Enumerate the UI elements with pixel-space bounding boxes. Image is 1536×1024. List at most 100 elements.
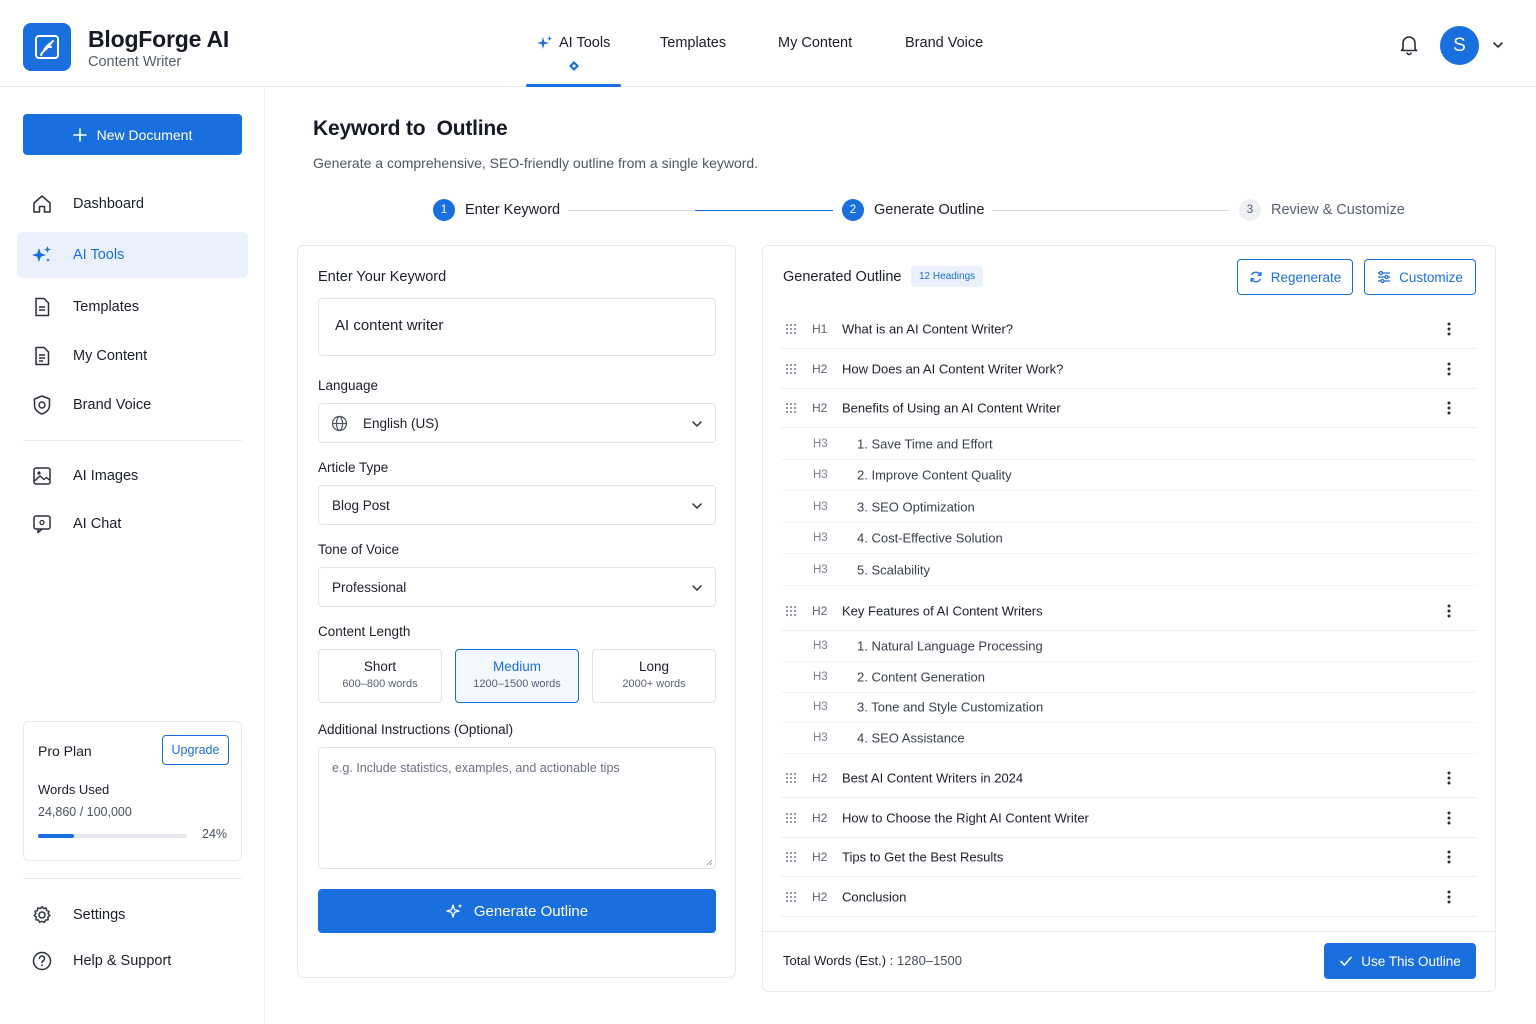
top-bar: BlogForge AI Content Writer AI Tools Tem… [0,0,1536,87]
length-option-words: 2000+ words [622,678,686,690]
length-option-short[interactable]: Short 600–800 words [318,649,442,703]
length-option-title: Medium [492,659,541,674]
upgrade-button[interactable]: Upgrade [162,735,229,765]
regenerate-button[interactable]: Regenerate [1237,259,1353,295]
new-document-button[interactable]: New Document [23,114,242,155]
outline-row[interactable]: H2 How Does an AI Content Writer Work? [781,349,1477,389]
length-option-medium[interactable]: Medium 1200–1500 words [455,649,579,703]
sidebar-item-label: My Content [73,348,148,364]
drag-handle-icon[interactable] [785,605,797,617]
outline-row[interactable]: H3 1. Save Time and Effort [781,429,1477,460]
chat-icon [31,513,53,535]
more-options-icon[interactable] [1447,890,1451,904]
sidebar: New Document Dashboard AI Tools Template… [0,87,265,1024]
step-label: Review & Customize [1271,202,1405,218]
sidebar-item-ai-images[interactable]: AI Images [17,453,248,499]
tone-select[interactable]: Professional [318,567,716,607]
drag-handle-icon[interactable] [785,402,797,414]
heading-level-tag: H2 [812,603,828,618]
nav-templates[interactable]: Templates [660,35,726,51]
usage-percent: 24% [202,827,228,841]
length-option-words: 1200–1500 words [473,678,561,690]
sidebar-item-ai-tools[interactable]: AI Tools [17,232,248,278]
resize-handle-icon[interactable] [705,858,713,866]
more-options-icon[interactable] [1447,850,1451,864]
nav-brand-voice[interactable]: Brand Voice [905,35,983,51]
sidebar-item-ai-chat[interactable]: AI Chat [17,501,248,547]
outline-row[interactable]: H3 3. SEO Optimization [781,492,1477,523]
outline-row[interactable]: H1 What is an AI Content Writer? [781,309,1477,349]
heading-level-tag: H3 [813,639,828,652]
words-used-label: Words Used [38,782,110,797]
logo-icon[interactable] [23,23,71,71]
article-type-label: Article Type [318,460,389,475]
more-options-icon[interactable] [1447,771,1451,785]
article-type-select[interactable]: Blog Post [318,485,716,525]
more-options-icon[interactable] [1447,401,1451,415]
outline-row[interactable]: H2 Conclusion [781,877,1477,917]
sidebar-item-brand-voice[interactable]: Brand Voice [17,382,248,428]
more-options-icon[interactable] [1447,811,1451,825]
generate-outline-button[interactable]: Generate Outline [318,889,716,933]
nav-ai-tools[interactable]: AI Tools [537,35,610,51]
outline-row[interactable]: H3 4. SEO Assistance [781,723,1477,754]
sidebar-item-my-content[interactable]: My Content [17,333,248,379]
step-enter-keyword[interactable]: 1 Enter Keyword [433,199,560,221]
nav-my-content[interactable]: My Content [778,35,852,51]
sidebar-item-label: Brand Voice [73,397,152,413]
outline-row[interactable]: H3 3. Tone and Style Customization [781,692,1477,723]
drag-handle-icon[interactable] [785,851,797,863]
more-options-icon[interactable] [1447,322,1451,336]
outline-row[interactable]: H3 5. Scalability [781,555,1477,586]
step-label: Generate Outline [874,202,985,218]
customize-button[interactable]: Customize [1364,259,1476,295]
drag-handle-icon[interactable] [785,891,797,903]
step-generate-outline[interactable]: 2 Generate Outline [842,199,984,221]
use-outline-button[interactable]: Use This Outline [1324,943,1476,979]
heading-level-tag: H3 [813,500,828,513]
outline-row[interactable]: H2 Best AI Content Writers in 2024 [781,758,1477,798]
outline-row[interactable]: H3 2. Improve Content Quality [781,460,1477,491]
sidebar-item-templates[interactable]: Templates [17,284,248,330]
usage-progress-fill [38,834,74,838]
stepper-connector [992,210,1229,211]
heading-level-tag: H3 [813,731,828,744]
outline-row[interactable]: H2 How to Choose the Right AI Content Wri… [781,798,1477,838]
avatar[interactable]: S [1440,26,1479,65]
chevron-down-icon[interactable] [1492,39,1504,51]
drag-handle-icon[interactable] [785,812,797,824]
heading-text: 5. Scalability [857,562,930,577]
drag-handle-icon[interactable] [785,772,797,784]
outline-row[interactable]: H3 2. Content Generation [781,662,1477,693]
more-options-icon[interactable] [1447,362,1451,376]
outline-row[interactable]: H3 1. Natural Language Processing [781,631,1477,662]
keyword-form-panel: Enter Your Keyword AI content writer Lan… [297,245,736,978]
bell-icon[interactable] [1397,32,1421,56]
home-icon [31,193,53,215]
outline-row[interactable]: H3 4. Cost-Effective Solution [781,523,1477,554]
nav-active-underline [526,84,621,87]
step-review-customize[interactable]: 3 Review & Customize [1239,199,1405,221]
active-indicator-icon [569,61,579,71]
drag-handle-icon[interactable] [785,323,797,335]
outline-row[interactable]: H2 Tips to Get the Best Results [781,837,1477,877]
sidebar-item-dashboard[interactable]: Dashboard [17,181,248,227]
outline-row[interactable]: H2 Key Features of AI Content Writers [781,591,1477,631]
gear-icon [31,904,53,926]
instructions-textarea[interactable]: e.g. Include statistics, examples, and a… [318,747,716,869]
outline-row[interactable]: H2 Benefits of Using an AI Content Writer [781,388,1477,428]
language-select[interactable]: English (US) [318,403,716,443]
sidebar-item-settings[interactable]: Settings [17,892,248,938]
more-options-icon[interactable] [1447,604,1451,618]
length-option-long[interactable]: Long 2000+ words [592,649,716,703]
instructions-label: Additional Instructions (Optional) [318,722,514,737]
content-length-label: Content Length [318,624,411,639]
words-used-count: 24,860 / 100,000 [38,805,132,819]
keyword-input[interactable]: AI content writer [318,298,716,356]
drag-handle-icon[interactable] [785,363,797,375]
help-icon [31,950,53,972]
image-icon [31,465,53,487]
sidebar-item-label: Templates [73,299,140,315]
heading-text: What is an AI Content Writer? [842,321,1013,336]
sidebar-item-help[interactable]: Help & Support [17,938,248,984]
